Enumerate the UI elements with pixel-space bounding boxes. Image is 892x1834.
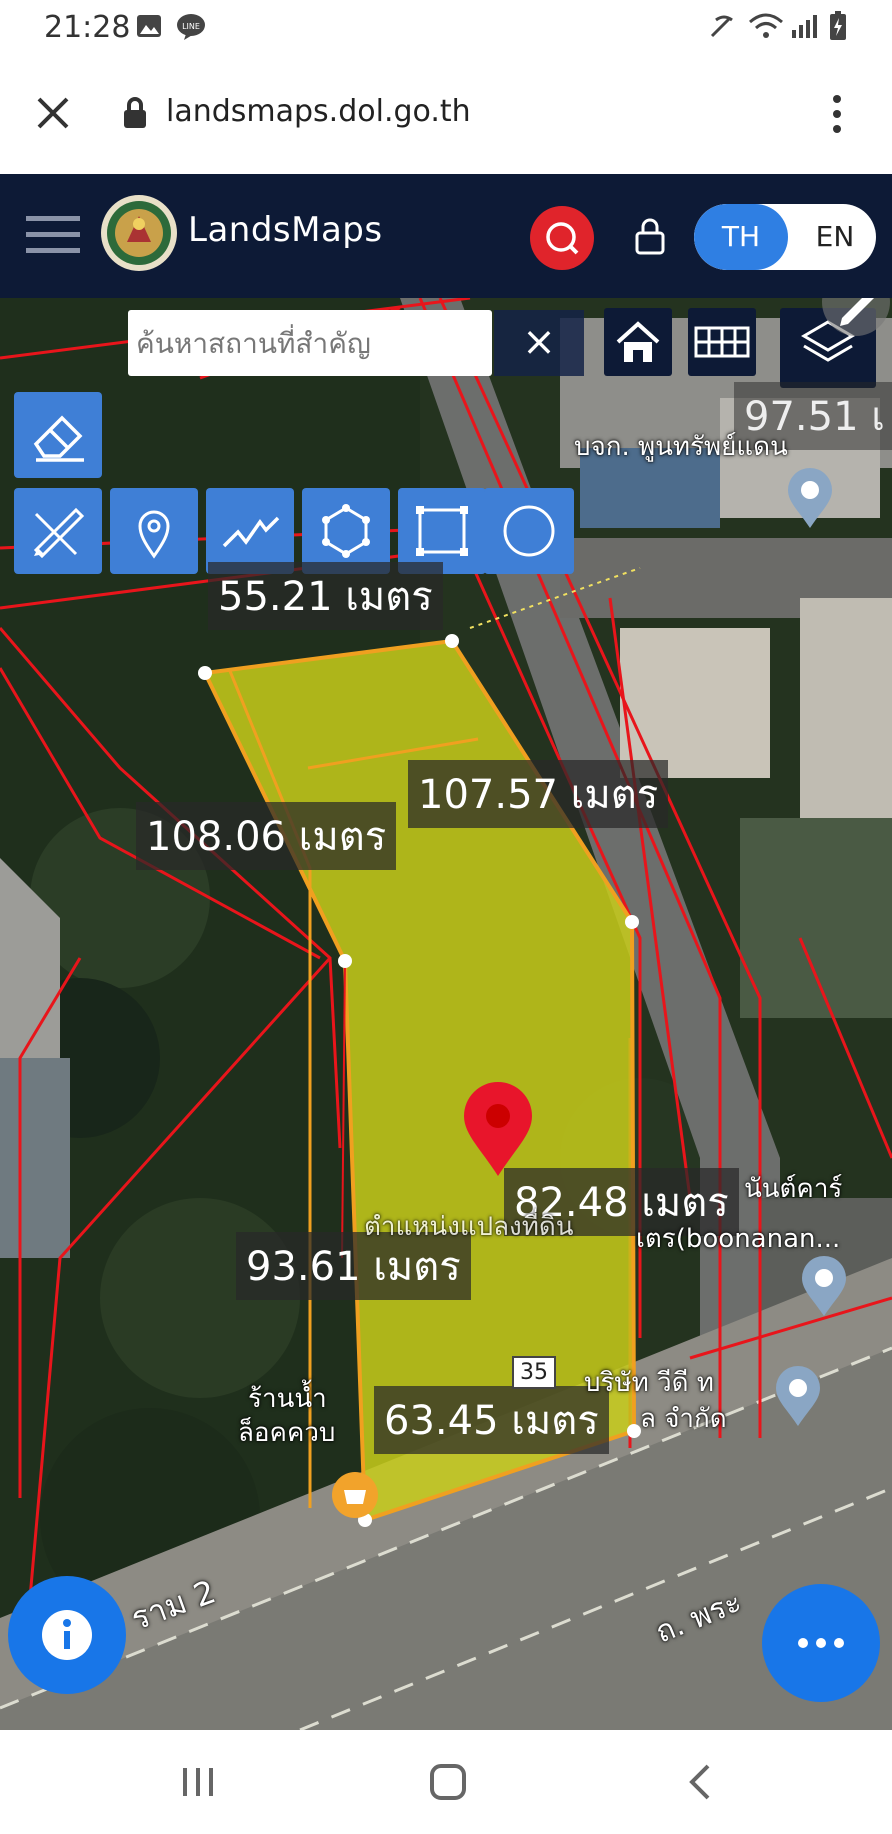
poi-label: ตำแหน่งแปลงที่ดิน — [364, 1212, 574, 1242]
mute-icon — [710, 15, 733, 38]
poi-label: ล็อคควบ — [238, 1418, 336, 1448]
measure-label: 107.57 เมตร — [408, 760, 669, 828]
poi-label: บริษัท วีดี ท — [584, 1368, 714, 1398]
grid-icon — [694, 326, 750, 358]
poi-pin-icon[interactable] — [772, 1362, 824, 1428]
marker-tool-button[interactable] — [110, 488, 198, 574]
search-button[interactable] — [530, 206, 594, 270]
circle-tool-button[interactable] — [484, 488, 574, 574]
eraser-tool-button[interactable] — [14, 392, 102, 478]
battery-icon — [830, 11, 846, 40]
shop-pin-icon[interactable] — [330, 1470, 380, 1520]
poi-label: ล จำกัด — [640, 1404, 727, 1434]
line-app-icon: LINE — [177, 14, 205, 40]
poi-label: บจก. พูนทรัพย์แดน — [574, 432, 788, 462]
poi-pin-icon[interactable] — [798, 1252, 850, 1318]
lang-en-option[interactable]: EN — [794, 204, 876, 270]
measure-label: 108.06 เมตร — [136, 802, 397, 870]
dol-logo — [101, 195, 177, 271]
info-icon — [42, 1610, 92, 1660]
grid-button[interactable] — [688, 308, 756, 376]
hamburger-menu-icon[interactable] — [26, 212, 80, 256]
gallery-icon — [137, 15, 161, 37]
browser-url-bar: landsmaps.dol.go.th — [0, 56, 892, 174]
circle-icon — [503, 505, 555, 557]
place-search-input[interactable] — [128, 310, 492, 376]
location-pin-icon[interactable] — [460, 1080, 536, 1180]
close-icon[interactable] — [36, 96, 70, 130]
system-nav-bar — [0, 1730, 892, 1834]
clear-search-button[interactable]: × — [494, 310, 584, 376]
language-toggle[interactable]: TH EN — [694, 204, 876, 270]
pencil-icon — [840, 298, 874, 326]
lang-th-option[interactable]: TH — [694, 204, 788, 270]
back-icon[interactable] — [686, 1762, 714, 1802]
ruler-pencil-icon — [33, 507, 85, 559]
app-header: LandsMaps TH EN — [0, 174, 892, 298]
search-icon — [546, 222, 579, 255]
info-button[interactable] — [8, 1576, 126, 1694]
road-number-sign: 35 — [512, 1356, 556, 1389]
pin-icon — [138, 510, 170, 559]
measure-tool-button[interactable] — [14, 488, 102, 574]
svg-text:LINE: LINE — [182, 22, 200, 31]
home-icon — [616, 321, 660, 362]
app-brand-name: LandsMaps — [188, 210, 383, 250]
more-menu-icon[interactable] — [832, 94, 842, 134]
measure-label: 55.21 เมตร — [208, 562, 443, 630]
eraser-icon — [33, 415, 84, 462]
status-bar: 21:28 LINE — [0, 0, 892, 56]
signal-icon — [792, 15, 817, 38]
map-view[interactable]: × 97.51 เ 55.21 เมตร 107.57 เมตร 108.06 … — [0, 298, 892, 1730]
login-lock-icon[interactable] — [634, 216, 666, 256]
status-time: 21:28 — [44, 10, 131, 45]
ellipsis-icon — [798, 1638, 844, 1648]
wifi-icon — [749, 13, 783, 38]
poi-pin-icon[interactable] — [784, 464, 836, 530]
poi-label: นันต์คาร์ — [744, 1174, 843, 1204]
more-options-button[interactable] — [762, 1584, 880, 1702]
lock-icon — [124, 97, 146, 128]
home-button[interactable] — [604, 308, 672, 376]
recent-apps-icon[interactable] — [180, 1764, 216, 1800]
measure-label: 63.45 เมตร — [374, 1386, 609, 1454]
url-text[interactable]: landsmaps.dol.go.th — [166, 94, 471, 129]
home-nav-icon[interactable] — [428, 1762, 468, 1802]
edit-button[interactable] — [822, 298, 890, 336]
